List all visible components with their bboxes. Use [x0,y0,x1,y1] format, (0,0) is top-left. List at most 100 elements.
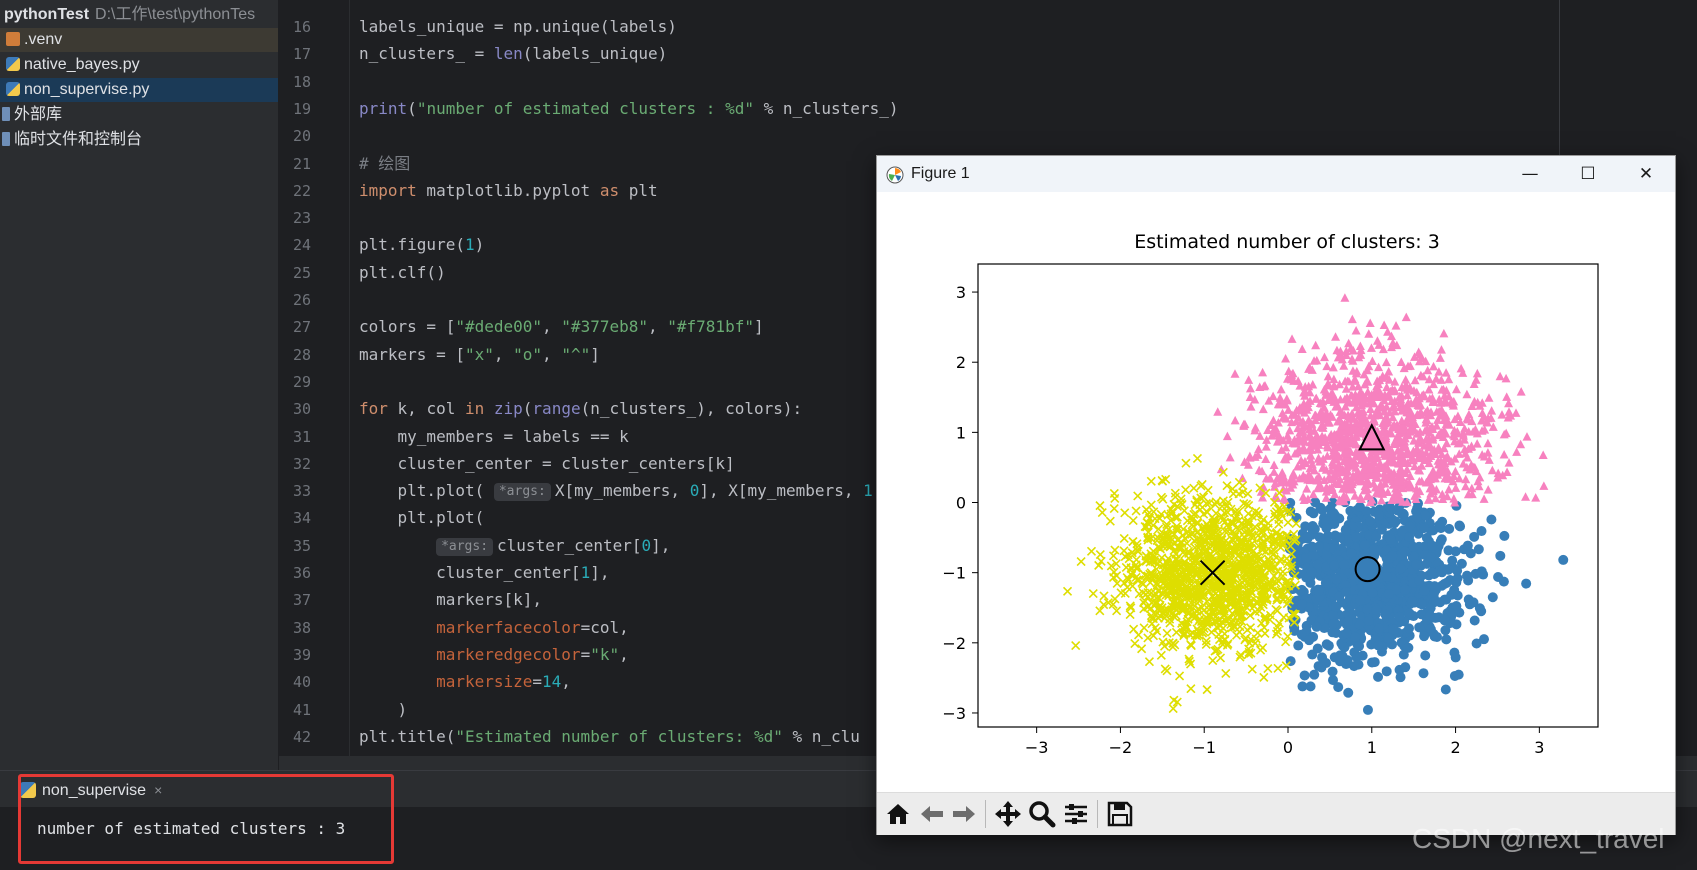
point-cluster-x [1128,516,1138,526]
point-cluster-triangle [1479,494,1489,503]
point-cluster-o [1383,589,1394,600]
point-cluster-x [1144,657,1155,667]
code-line[interactable]: markerfacecolor=col, [359,618,629,638]
code-token: (n_clusters_), colors): [580,399,803,419]
point-cluster-o [1381,666,1392,677]
code-token: (labels_unique) [522,44,668,64]
point-cluster-o [1371,605,1382,616]
cluster-center-o [1354,556,1381,583]
code-token: = [532,672,543,692]
code-line[interactable]: plt.figure(1) [359,235,484,255]
code-token: ) [359,699,408,719]
tree-root[interactable]: pythonTest D:\工作\test\pythonTes [0,3,278,27]
code-token: "number of estimated clusters : %d" [416,98,754,118]
point-cluster-o [1340,525,1351,536]
point-cluster-triangle [1365,318,1375,328]
code-token: cluster_center[ [359,563,581,582]
minimize-button[interactable]: — [1501,156,1559,192]
configure-subplots-icon[interactable] [1061,799,1091,829]
close-button[interactable]: ✕ [1617,156,1675,192]
point-cluster-x [1162,628,1172,638]
tree-item-scratches[interactable]: 临时文件和控制台 [0,128,278,152]
tree-item-native-bayes[interactable]: native_bayes.py [0,53,278,77]
back-icon[interactable] [917,799,947,829]
code-line[interactable]: colors = ["#dede00", "#377eb8", "#f781bf… [359,317,764,337]
point-cluster-o [1451,601,1462,612]
code-token: 1 [464,235,475,255]
maximize-button[interactable]: ☐ [1559,156,1617,192]
code-line[interactable]: markers = ["x", "o", "^"] [359,345,600,365]
point-cluster-x [1215,653,1226,663]
code-line[interactable]: plt.plot( *args: X[my_members, 0], X[my_m… [359,481,873,502]
tree-item-venv[interactable]: .venv [0,28,278,52]
figure-title: Figure 1 [911,165,970,182]
code-line[interactable]: plt.clf() [359,263,446,283]
point-cluster-x [1130,638,1140,649]
point-cluster-triangle [1276,384,1286,394]
point-cluster-triangle [1351,326,1361,335]
point-cluster-o [1373,671,1384,682]
point-cluster-o [1373,640,1384,651]
point-cluster-o [1431,596,1442,607]
point-cluster-o [1419,585,1430,596]
point-cluster-o [1331,574,1342,585]
point-cluster-x [1120,508,1130,518]
tree-item-non-supervise[interactable]: non_supervise.py [0,78,278,102]
save-icon[interactable] [1105,799,1135,829]
point-cluster-x [1146,476,1156,486]
point-cluster-triangle [1436,345,1446,354]
point-cluster-x [1095,501,1105,511]
code-line[interactable]: plt.title("Estimated number of clusters:… [359,727,860,747]
point-cluster-o [1404,521,1415,532]
data-points [1062,293,1569,715]
fold-guide [349,0,350,756]
point-cluster-triangle [1450,466,1460,476]
code-line[interactable]: my_members = labels == k [359,427,629,447]
figure-titlebar[interactable]: Figure 1 — ☐ ✕ [877,156,1675,192]
point-cluster-o [1317,505,1328,516]
point-cluster-triangle [1364,329,1374,338]
code-line[interactable]: markeredgecolor="k", [359,645,629,665]
code-line[interactable]: import matplotlib.pyplot as plt [359,181,658,201]
code-line[interactable]: cluster_center = cluster_centers[k] [359,454,735,474]
code-line[interactable]: for k, col in zip(range(n_clusters_), co… [359,399,802,419]
code-line[interactable]: ) [359,699,408,720]
pan-icon[interactable] [993,799,1023,829]
zoom-icon[interactable] [1027,799,1057,829]
point-cluster-triangle [1531,493,1541,502]
code-line[interactable]: markers[k], [359,590,542,610]
point-cluster-o [1312,643,1323,654]
point-cluster-x [1256,645,1266,655]
point-cluster-o [1411,559,1422,570]
code-line[interactable]: *args: cluster_center[0], [359,536,670,556]
point-cluster-o [1313,586,1324,597]
code-line[interactable]: # 绘图 [359,154,410,174]
point-cluster-o [1385,534,1396,545]
scatter-plot[interactable]: Estimated number of clusters: 3 −3 −2 −1 0 1… [877,192,1675,792]
tree-item-external-libraries[interactable]: 外部库 [0,103,278,127]
code-line[interactable]: labels_unique = np.unique(labels) [359,17,677,37]
point-cluster-x [1208,656,1218,666]
project-path: D:\工作\test\pythonTes [95,6,256,23]
point-cluster-o [1427,567,1438,578]
code-token: ) [474,235,485,255]
code-line[interactable]: n_clusters_ = len(labels_unique) [359,44,667,64]
point-cluster-x [1099,591,1109,601]
point-cluster-x [1156,650,1166,660]
line-number: 30 [292,400,311,419]
code-line[interactable]: plt.plot( [359,508,485,528]
code-line[interactable]: markersize=14, [359,672,571,692]
point-cluster-o [1558,554,1569,565]
point-cluster-triangle [1277,468,1287,477]
code-token: ( [522,399,533,419]
home-icon[interactable] [883,799,913,829]
code-token: "#377eb8" [561,317,648,337]
point-cluster-triangle [1456,363,1466,373]
point-cluster-o [1486,514,1497,525]
code-line[interactable]: cluster_center[1], [359,563,609,583]
point-cluster-o [1308,508,1319,519]
point-cluster-o [1333,682,1344,693]
forward-icon[interactable] [949,799,979,829]
figure-window[interactable]: Figure 1 — ☐ ✕ Estimated number of clust… [876,155,1676,835]
code-line[interactable]: print("number of estimated clusters : %d… [359,99,898,119]
